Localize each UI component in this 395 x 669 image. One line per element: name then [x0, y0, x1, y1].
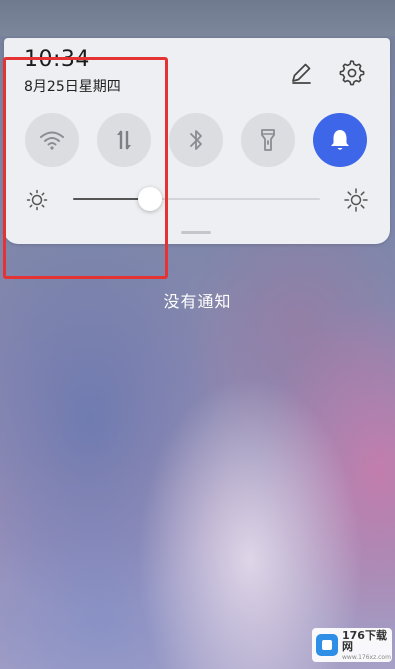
flashlight-icon	[261, 129, 275, 151]
pencil-icon	[292, 63, 311, 84]
bluetooth-toggle[interactable]	[169, 113, 223, 167]
bell-icon	[331, 130, 349, 150]
status-bar-strip	[0, 0, 395, 36]
watermark-url: www.176xz.com	[342, 653, 391, 661]
watermark-logo-icon	[316, 634, 338, 656]
brightness-high-icon	[344, 188, 368, 212]
do-not-disturb-toggle[interactable]	[313, 113, 367, 167]
panel-drag-handle[interactable]	[181, 231, 211, 234]
flashlight-toggle[interactable]	[241, 113, 295, 167]
bluetooth-icon	[190, 130, 202, 150]
annotation-highlight-box	[3, 57, 168, 279]
gear-icon	[339, 60, 365, 86]
site-watermark: 176下载网 www.176xz.com	[312, 628, 392, 662]
no-notifications-text: 没有通知	[163, 292, 232, 311]
watermark-title: 176下载网	[342, 628, 387, 653]
edit-button[interactable]	[286, 58, 316, 88]
settings-button[interactable]	[336, 57, 366, 87]
